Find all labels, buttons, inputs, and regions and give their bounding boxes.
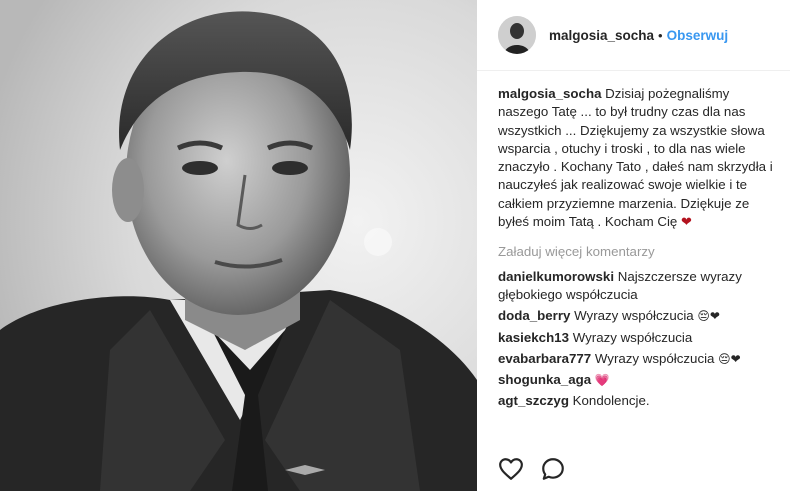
comment-username[interactable]: danielkumorowski xyxy=(498,269,614,284)
author-username[interactable]: malgosia_socha xyxy=(549,28,654,43)
comment-text: Wyrazy współczucia xyxy=(572,329,693,345)
separator-dot: • xyxy=(658,27,663,43)
follow-button[interactable]: Obserwuj xyxy=(667,28,729,43)
comment: danielkumorowski Najszczersze wyrazy głę… xyxy=(498,268,778,305)
comment: doda_berry Wyrazy współczucia 😔❤ xyxy=(498,307,778,325)
comment: kasiekch13 Wyrazy współczucia xyxy=(498,329,778,347)
caption-text: Dzisiaj pożegnaliśmy naszego Tatę ... to… xyxy=(498,86,773,230)
instagram-post: malgosia_socha • Obserwuj malgosia_socha… xyxy=(0,0,790,491)
post-photo xyxy=(0,0,477,491)
comment-emoji: 😔❤ xyxy=(697,309,720,324)
comment-bubble-icon[interactable] xyxy=(540,456,566,482)
comment-username[interactable]: agt_szczyg xyxy=(498,393,569,408)
comment: shogunka_aga 💗 xyxy=(498,371,778,389)
comment: agt_szczyg Kondolencje. xyxy=(498,392,778,410)
comment-text: Kondolencje. xyxy=(572,393,650,409)
avatar[interactable] xyxy=(498,16,536,54)
comment: evabarbara777 Wyrazy współczucia 😔❤ xyxy=(498,350,778,368)
comments-section: malgosia_socha Dzisiaj pożegnaliśmy nasz… xyxy=(498,85,778,411)
comment-username[interactable]: shogunka_aga xyxy=(498,372,591,387)
heart-outline-icon[interactable] xyxy=(498,456,524,482)
comment-username[interactable]: doda_berry xyxy=(498,308,570,323)
caption: malgosia_socha Dzisiaj pożegnaliśmy nasz… xyxy=(498,85,778,231)
load-more-comments-link[interactable]: Załaduj więcej komentarzy xyxy=(498,243,778,261)
comment-username[interactable]: evabarbara777 xyxy=(498,351,591,366)
comment-username[interactable]: kasiekch13 xyxy=(498,330,569,345)
caption-heart-emoji: ❤ xyxy=(681,214,692,230)
comment-emoji: 💗 xyxy=(594,373,610,388)
side-panel: malgosia_socha • Obserwuj malgosia_socha… xyxy=(477,0,790,491)
caption-username[interactable]: malgosia_socha xyxy=(498,86,601,101)
comment-emoji: 😔❤ xyxy=(718,351,741,366)
comment-text: Wyrazy współczucia xyxy=(574,308,694,324)
action-bar xyxy=(498,456,582,482)
post-header: malgosia_socha • Obserwuj xyxy=(477,0,790,71)
comment-text: Wyrazy współczucia xyxy=(594,350,715,366)
